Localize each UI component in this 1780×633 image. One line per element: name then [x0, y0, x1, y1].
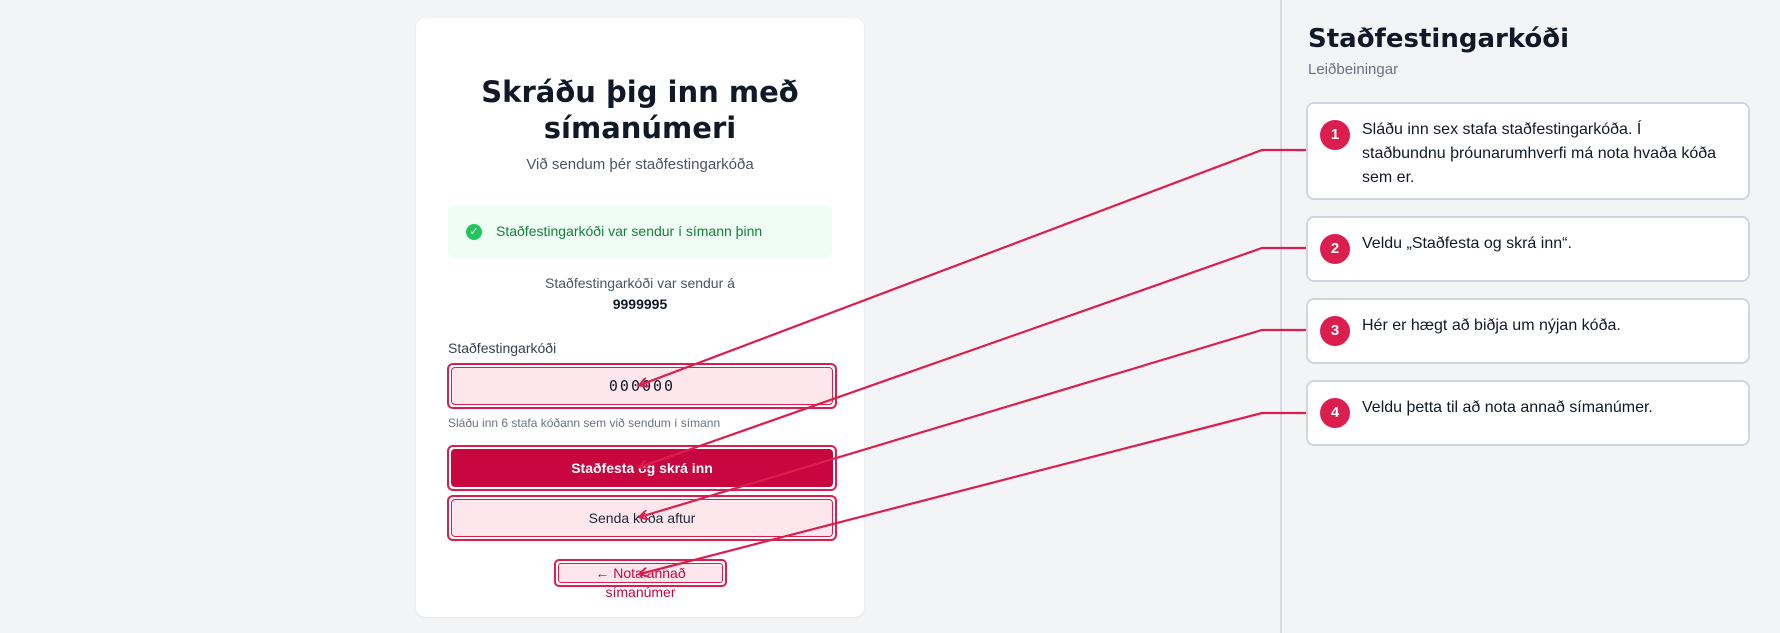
change-phone-link[interactable]: ← Nota annað símanúmer	[558, 563, 723, 600]
confirm-login-button[interactable]: Staðfesta og skrá inn	[451, 449, 833, 487]
step-number-badge: 2	[1320, 234, 1350, 264]
success-alert-text: Staðfestingarkóði var sendur í símann þi…	[496, 223, 763, 239]
code-field-label: Staðfestingarkóði	[448, 340, 557, 356]
confirm-button-highlight: Staðfesta og skrá inn	[447, 445, 837, 491]
check-circle-icon: ✓	[466, 224, 482, 240]
instruction-step: 3 Hér er hægt að biðja um nýjan kóða.	[1306, 298, 1750, 364]
step-number-badge: 4	[1320, 398, 1350, 428]
step-text: Sláðu inn sex stafa staðfestingarkóða. Í…	[1362, 121, 1717, 186]
instruction-step: 4 Veldu þetta til að nota annað símanúme…	[1306, 380, 1750, 446]
instruction-step: 2 Veldu „Staðfesta og skrá inn“.	[1306, 216, 1750, 282]
step-number-badge: 1	[1320, 120, 1350, 150]
step-text: Veldu „Staðfesta og skrá inn“.	[1362, 235, 1572, 252]
sent-to-phone: 9999995	[612, 296, 668, 312]
resend-code-button[interactable]: Senda kóða aftur	[451, 499, 833, 537]
panel-subtitle: Leiðbeiningar	[1308, 61, 1399, 78]
step-text: Veldu þetta til að nota annað símanúmer.	[1362, 399, 1653, 416]
sent-to-label: Staðfestingarkóði var sendur á	[545, 275, 735, 291]
change-phone-link-highlight: ← Nota annað símanúmer	[554, 559, 727, 600]
instructions-panel: Staðfestingarkóði Leiðbeiningar 1 Sláðu …	[1282, 0, 1780, 633]
step-text: Hér er hægt að biðja um nýjan kóða.	[1362, 317, 1621, 334]
code-field-hint: Sláðu inn 6 stafa kóðann sem við sendum …	[448, 416, 721, 430]
resend-button-highlight: Senda kóða aftur	[447, 495, 837, 541]
success-alert: ✓ Staðfestingarkóði var sendur í símann …	[448, 206, 832, 258]
instruction-step: 1 Sláðu inn sex stafa staðfestingarkóða.…	[1306, 102, 1750, 200]
page-title: Skráðu þig inn með símanúmeri	[481, 75, 799, 145]
page-subtitle: Við sendum þér staðfestingarkóða	[526, 156, 754, 173]
code-input[interactable]	[451, 367, 833, 405]
panel-title: Staðfestingarkóði	[1308, 24, 1570, 54]
step-number-badge: 3	[1320, 316, 1350, 346]
code-field-highlight	[447, 363, 837, 409]
login-card: Skráðu þig inn með símanúmeri Við sendum…	[416, 18, 864, 617]
